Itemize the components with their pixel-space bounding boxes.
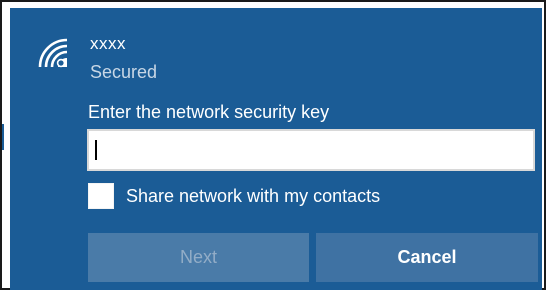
next-button[interactable]: Next — [88, 233, 309, 282]
security-key-input[interactable] — [87, 129, 535, 171]
next-button-label: Next — [179, 247, 217, 267]
text-caret — [95, 140, 97, 160]
cancel-button-label: Cancel — [397, 247, 457, 267]
cancel-button[interactable]: Cancel — [316, 233, 538, 282]
strip-mark — [2, 124, 4, 150]
share-network-row[interactable]: Share network with my contacts — [88, 180, 380, 212]
security-key-label: Enter the network security key — [88, 102, 330, 122]
network-name: xxxx — [90, 34, 126, 53]
share-network-checkbox[interactable] — [88, 183, 114, 209]
share-network-label[interactable]: Share network with my contacts — [126, 186, 380, 207]
left-strip — [2, 2, 10, 288]
wifi-secured-icon — [36, 36, 76, 68]
network-status: Secured — [90, 62, 158, 82]
